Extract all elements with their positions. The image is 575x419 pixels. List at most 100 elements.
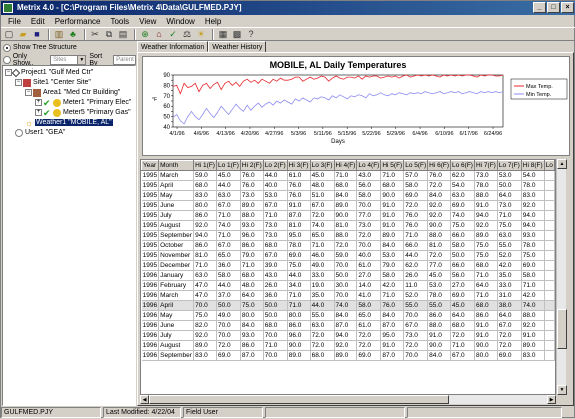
table-cell[interactable]: 53.0 (263, 190, 288, 201)
table-cell[interactable]: 47.0 (193, 280, 217, 291)
table-cell[interactable]: 91.0 (287, 200, 311, 211)
table-cell[interactable]: 94.0 (521, 220, 545, 231)
table-cell[interactable]: 92.0 (193, 330, 217, 341)
table-cell[interactable]: 81.0 (427, 240, 452, 251)
table-cell[interactable]: 75.0 (474, 240, 498, 251)
table-cell[interactable]: 95.0 (380, 330, 405, 341)
table-cell[interactable]: 86.0 (240, 240, 264, 251)
table-cell[interactable]: 67.0 (403, 320, 429, 331)
table-cell[interactable]: 65.0 (356, 310, 382, 321)
table-cell[interactable]: 87.0 (240, 350, 264, 361)
table-cell[interactable]: 88.0 (427, 230, 452, 241)
table-cell[interactable]: 78.0 (474, 180, 498, 191)
table-cell[interactable]: 35.0 (310, 290, 335, 301)
table-cell[interactable]: October (158, 240, 195, 251)
table-cell[interactable]: 94.0 (193, 230, 217, 241)
table-cell[interactable]: 84.0 (427, 350, 452, 361)
table-cell[interactable]: 72.0 (497, 340, 522, 351)
table-cell[interactable]: 36.0 (216, 260, 241, 271)
table-cell[interactable]: 58.0 (450, 240, 475, 251)
table-cell[interactable]: 92.0 (427, 200, 452, 211)
table-cell[interactable]: 53.0 (427, 280, 452, 291)
project-icon[interactable]: ⊕ (139, 29, 151, 40)
table-cell[interactable]: 68.0 (450, 320, 475, 331)
table-cell[interactable]: 57.0 (403, 170, 429, 181)
table-cell[interactable]: 88.0 (334, 230, 358, 241)
sites-combo[interactable]: Sites ▼ (50, 54, 87, 65)
table-cell[interactable]: 70.0 (193, 300, 217, 311)
table-cell[interactable]: 75.0 (240, 300, 264, 311)
table-cell[interactable]: 93.0 (240, 220, 264, 231)
table-cell[interactable]: 54.0 (450, 180, 475, 191)
table-cell[interactable]: 91.0 (380, 340, 405, 351)
table-cell[interactable]: 1995 (141, 200, 160, 211)
table-row[interactable]: 1995 April 68.0 44.0 76.0 40.0 76.0 48.0 68.0 56.… (141, 180, 555, 191)
table-cell[interactable]: 19.0 (310, 280, 335, 291)
table-cell[interactable] (544, 230, 555, 241)
table-cell[interactable]: 72.0 (334, 240, 358, 251)
table-cell[interactable]: 89.0 (334, 350, 358, 361)
table-cell[interactable]: 73.0 (403, 330, 429, 341)
table-cell[interactable]: 1996 (141, 300, 160, 311)
table-cell[interactable]: 50.0 (450, 250, 475, 261)
table-cell[interactable]: April (158, 300, 195, 311)
table-cell[interactable]: March (158, 290, 195, 301)
table-cell[interactable]: 89.0 (380, 230, 405, 241)
table-cell[interactable]: 61.0 (356, 260, 382, 271)
table-cell[interactable]: 82.0 (193, 320, 217, 331)
column-header[interactable]: Lo 4(F) (356, 160, 382, 171)
table-cell[interactable]: 43.0 (263, 270, 288, 281)
table-row[interactable]: 1995 September 94.0 71.0 96.0 73.0 95.0 65.0 88.… (141, 230, 555, 241)
table-cell[interactable]: 58.0 (403, 180, 429, 191)
table-cell[interactable]: 71.0 (380, 170, 405, 181)
table-cell[interactable]: 44.0 (310, 300, 335, 311)
table-cell[interactable]: 48.0 (310, 180, 335, 191)
table-cell[interactable] (544, 170, 555, 181)
table-row[interactable]: 1995 June 80.0 67.0 89.0 67.0 91.0 67.0 89.0 70.0… (141, 200, 555, 211)
table-cell[interactable]: 84.0 (334, 310, 358, 321)
table-cell[interactable]: 71.0 (263, 210, 288, 221)
table-cell[interactable]: 67.0 (497, 320, 522, 331)
table-row[interactable]: 1995 March 59.0 45.0 76.0 44.0 61.0 45.0 71.0 43.… (141, 170, 555, 181)
save-icon[interactable]: ■ (31, 29, 43, 40)
table-cell[interactable]: 50.0 (263, 300, 288, 311)
cut-icon[interactable]: ✂ (89, 29, 101, 40)
table-cell[interactable]: 90.0 (427, 220, 452, 231)
table-cell[interactable]: 90.0 (334, 210, 358, 221)
table-cell[interactable]: 66.0 (450, 260, 475, 271)
table-cell[interactable]: 46.0 (310, 250, 335, 261)
column-header[interactable]: Hi 3(F) (286, 160, 311, 171)
table-cell[interactable]: 42.0 (380, 280, 405, 291)
table-cell[interactable] (544, 250, 555, 261)
table-cell[interactable]: 50.0 (216, 300, 241, 311)
column-header[interactable]: Month (158, 160, 195, 171)
vertical-scrollbar[interactable]: ▲ ▼ (556, 159, 567, 395)
table-cell[interactable]: 73.0 (356, 220, 382, 231)
library-icon[interactable]: ▥ (53, 29, 65, 40)
table-cell[interactable]: 53.0 (380, 250, 405, 261)
table-row[interactable]: 1996 March 47.0 37.0 64.0 36.0 71.0 35.0 70.0 41.… (141, 290, 555, 301)
table-cell[interactable]: 92.0 (521, 320, 545, 331)
table-cell[interactable]: 73.0 (263, 230, 288, 241)
table-cell[interactable]: 78.0 (287, 240, 311, 251)
table-cell[interactable]: 1996 (141, 320, 160, 331)
table-cell[interactable]: 1996 (141, 330, 160, 341)
table-cell[interactable]: 67.0 (310, 200, 335, 211)
only-show-option[interactable]: Only Show.. Sites ▼ Sort By Parent (3, 53, 137, 67)
tab-weather-information[interactable]: Weather Information (137, 41, 209, 52)
table-cell[interactable]: November (158, 250, 195, 261)
table-cell[interactable]: 90.0 (474, 340, 498, 351)
table-row[interactable]: 1995 December 71.0 36.0 71.0 39.0 75.0 49.0 70.0… (141, 260, 555, 271)
table-cell[interactable] (544, 290, 555, 301)
table-cell[interactable]: 96.0 (287, 330, 311, 341)
table-cell[interactable]: 54.0 (521, 170, 545, 181)
table-cell[interactable]: 92.0 (474, 220, 498, 231)
table-cell[interactable]: 1996 (141, 310, 160, 321)
menu-edit[interactable]: Edit (26, 17, 50, 26)
table-cell[interactable]: 72.0 (403, 200, 429, 211)
table-cell[interactable]: 47.0 (193, 290, 217, 301)
weather-icon[interactable]: ☀ (195, 29, 207, 40)
table-cell[interactable]: 88.0 (427, 320, 452, 331)
table-cell[interactable]: 76.0 (240, 170, 264, 181)
table-cell[interactable]: 71.0 (450, 340, 475, 351)
